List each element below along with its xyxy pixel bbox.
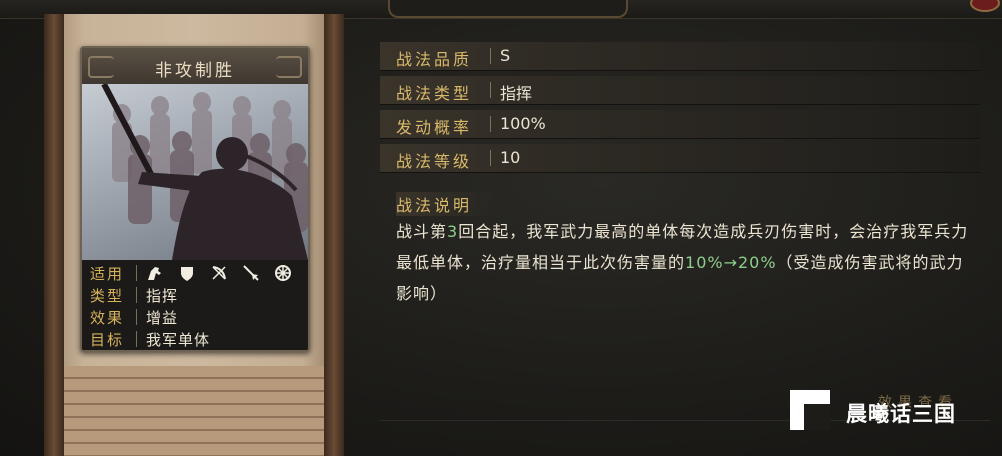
stat-divider xyxy=(490,48,491,64)
info-divider xyxy=(136,265,137,281)
info-divider xyxy=(136,309,137,325)
description-round-number: 3 xyxy=(447,222,459,241)
watermark-text: 晨曦话三国 xyxy=(846,402,956,426)
scroll-edge-left xyxy=(44,14,64,456)
stat-divider xyxy=(490,116,491,132)
tactic-card: 非攻制胜 适用 类型 指挥 效果 增益 目标 我军单体 xyxy=(80,46,310,352)
info-key: 适用 xyxy=(90,265,125,283)
info-row-effect: 效果 增益 xyxy=(82,306,308,328)
stat-label: 战法品质 xyxy=(396,50,473,69)
info-key: 类型 xyxy=(90,287,125,305)
info-value: 指挥 xyxy=(146,287,179,305)
stat-row-probability: 发动概率 100% xyxy=(380,110,980,139)
bow-icon xyxy=(210,264,228,282)
info-row-target: 目标 我军单体 xyxy=(82,328,308,350)
stat-divider xyxy=(490,150,491,166)
warrior-illustration xyxy=(101,84,308,260)
stat-row-quality: 战法品质 S xyxy=(380,42,980,71)
stat-label: 发动概率 xyxy=(396,118,473,137)
scroll-roll xyxy=(64,366,324,456)
wheel-icon xyxy=(274,264,292,282)
info-row-applicable: 适用 xyxy=(82,262,308,284)
scroll-edge-right xyxy=(324,14,344,456)
info-divider xyxy=(136,331,137,347)
description-part: 战斗第 xyxy=(396,222,448,241)
description-text: 战斗第3回合起，我军武力最高的单体每次造成兵刃伤害时，会治疗我军兵力最低单体，治… xyxy=(396,216,976,309)
stat-row-level: 战法等级 10 xyxy=(380,144,980,173)
stat-label: 战法等级 xyxy=(396,152,473,171)
info-value: 我军单体 xyxy=(146,331,211,349)
info-divider xyxy=(136,287,137,303)
close-knob-icon[interactable] xyxy=(970,0,1000,12)
top-ornament xyxy=(388,0,628,18)
info-value: 增益 xyxy=(146,309,179,327)
stat-label: 战法类型 xyxy=(396,84,473,103)
info-key: 效果 xyxy=(90,309,125,327)
card-illustration xyxy=(82,84,308,260)
card-title-bar: 非攻制胜 xyxy=(82,48,308,85)
shield-icon xyxy=(178,264,196,282)
watermark-logo-icon xyxy=(790,390,830,430)
stat-value: S xyxy=(500,46,511,65)
description-percent-range: 10%→20% xyxy=(685,253,777,272)
stat-value: 指挥 xyxy=(500,84,533,103)
spear-icon xyxy=(242,264,260,282)
stat-row-type: 战法类型 指挥 xyxy=(380,76,980,105)
card-info: 适用 类型 指挥 效果 增益 目标 我军单体 xyxy=(82,260,308,350)
card-title: 非攻制胜 xyxy=(155,61,235,81)
description-label: 战法说明 xyxy=(396,192,499,216)
stat-value: 10 xyxy=(500,148,521,167)
stat-divider xyxy=(490,82,491,98)
info-row-type: 类型 指挥 xyxy=(82,284,308,306)
troop-type-icons xyxy=(146,264,301,282)
stat-value: 100% xyxy=(500,114,546,133)
tactic-detail-panel: 战法品质 S 战法类型 指挥 发动概率 100% 战法等级 10 战法说明 战斗… xyxy=(380,38,990,422)
cavalry-icon xyxy=(146,264,164,282)
description-header: 战法说明 xyxy=(380,192,980,216)
info-key: 目标 xyxy=(90,331,125,349)
